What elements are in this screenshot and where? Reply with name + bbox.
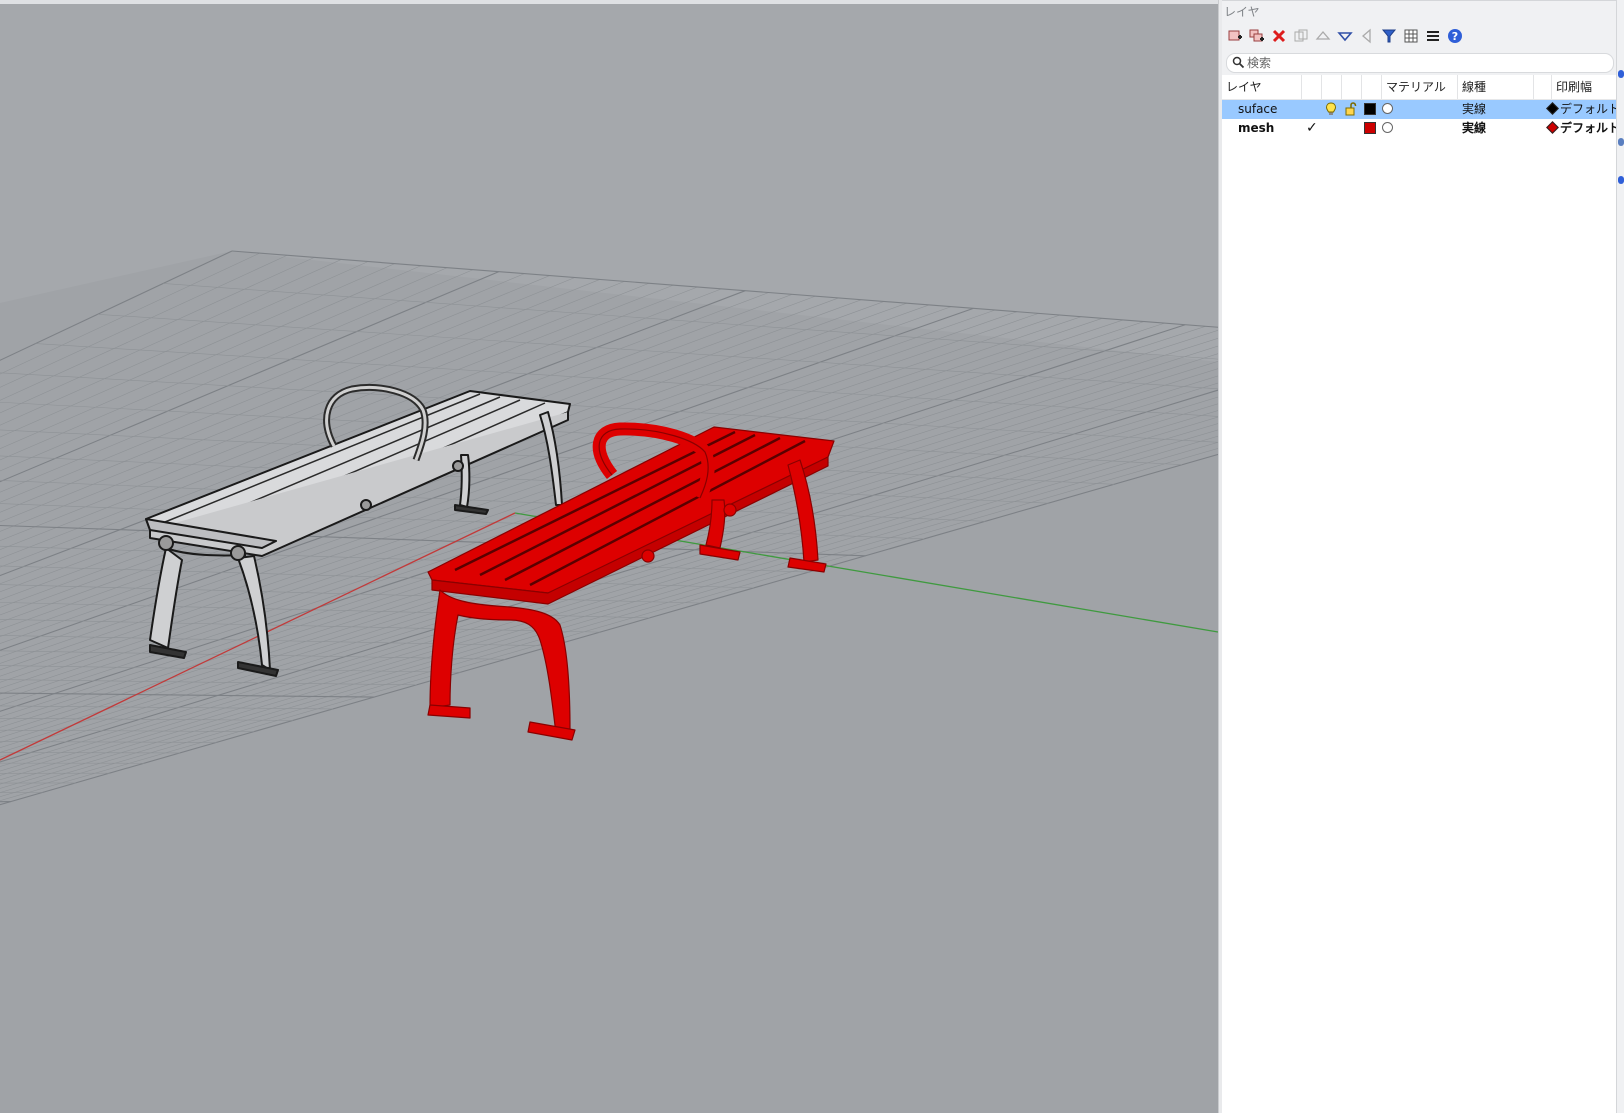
svg-text:?: ? — [1452, 30, 1458, 43]
layer-print-width[interactable]: デフォルト — [1560, 119, 1616, 138]
panel-title: レイヤ — [1224, 5, 1260, 19]
side-tab-icon[interactable] — [1618, 138, 1624, 146]
col-header-linetype[interactable]: 線種 — [1458, 75, 1534, 99]
layer-table-header: レイヤ マテリアル 線種 印刷幅 — [1222, 75, 1616, 100]
layer-name[interactable]: suface — [1238, 100, 1277, 119]
construction-grid — [0, 250, 1218, 1113]
layer-name[interactable]: mesh — [1238, 119, 1274, 138]
material-circle-icon[interactable] — [1382, 122, 1393, 133]
move-up-icon[interactable] — [1314, 27, 1332, 45]
perspective-viewport[interactable] — [0, 4, 1218, 1113]
viewport-canvas[interactable] — [0, 4, 1218, 1113]
layer-linetype[interactable]: 実線 — [1462, 100, 1486, 119]
layer-color-swatch[interactable] — [1364, 103, 1376, 115]
layer-row-suface[interactable]: suface 実線 デフォルト — [1222, 100, 1616, 119]
col-header-color[interactable] — [1362, 75, 1382, 99]
copy-layer-icon[interactable] — [1292, 27, 1310, 45]
col-header-lock[interactable] — [1342, 75, 1362, 99]
layer-row-mesh[interactable]: mesh ✓ 実線 デフォルト — [1222, 119, 1616, 138]
list-menu-icon[interactable] — [1424, 27, 1442, 45]
current-layer-check-icon[interactable]: ✓ — [1306, 119, 1318, 138]
panel-header: レイヤ — [1222, 0, 1616, 21]
col-header-material[interactable]: マテリアル — [1382, 75, 1458, 99]
search-input[interactable] — [1247, 54, 1607, 72]
app-window: レイヤ ? 検索 レイヤ マテリアル 線種 印刷幅 suface 実線 デフォル… — [0, 0, 1624, 1113]
side-tab-icon[interactable] — [1618, 176, 1624, 184]
lightbulb-icon[interactable] — [1324, 101, 1338, 120]
help-icon[interactable]: ? — [1446, 27, 1464, 45]
move-down-icon[interactable] — [1336, 27, 1354, 45]
layer-table: レイヤ マテリアル 線種 印刷幅 suface 実線 デフォルト mesh ✓ … — [1222, 75, 1616, 1113]
col-header-current[interactable] — [1302, 75, 1322, 99]
search-icon — [1232, 56, 1245, 69]
layers-panel: レイヤ ? 検索 レイヤ マテリアル 線種 印刷幅 suface 実線 デフォル… — [1222, 0, 1616, 1113]
move-to-parent-icon[interactable] — [1358, 27, 1376, 45]
col-header-visible[interactable] — [1322, 75, 1342, 99]
new-layer-icon[interactable] — [1226, 27, 1244, 45]
layer-print-width[interactable]: デフォルト — [1560, 100, 1616, 119]
table-view-icon[interactable] — [1402, 27, 1420, 45]
new-sublayer-icon[interactable] — [1248, 27, 1266, 45]
side-tab-strip — [1616, 0, 1624, 1113]
col-header-print-width[interactable]: 印刷幅 — [1552, 75, 1616, 99]
col-header-layer[interactable]: レイヤ — [1222, 75, 1302, 99]
filter-icon[interactable] — [1380, 27, 1398, 45]
delete-layer-icon[interactable] — [1270, 27, 1288, 45]
search-row — [1222, 51, 1616, 75]
layer-linetype[interactable]: 実線 — [1462, 119, 1486, 138]
print-color-diamond-icon[interactable] — [1546, 121, 1559, 134]
layer-color-swatch[interactable] — [1364, 122, 1376, 134]
side-tab-icon[interactable] — [1618, 70, 1624, 78]
print-color-diamond-icon[interactable] — [1546, 102, 1559, 115]
material-circle-icon[interactable] — [1382, 103, 1393, 114]
col-header-print-color[interactable] — [1534, 75, 1552, 99]
search-box[interactable] — [1226, 53, 1614, 73]
layer-toolbar: ? — [1222, 21, 1616, 51]
unlocked-padlock-icon[interactable] — [1344, 101, 1358, 120]
